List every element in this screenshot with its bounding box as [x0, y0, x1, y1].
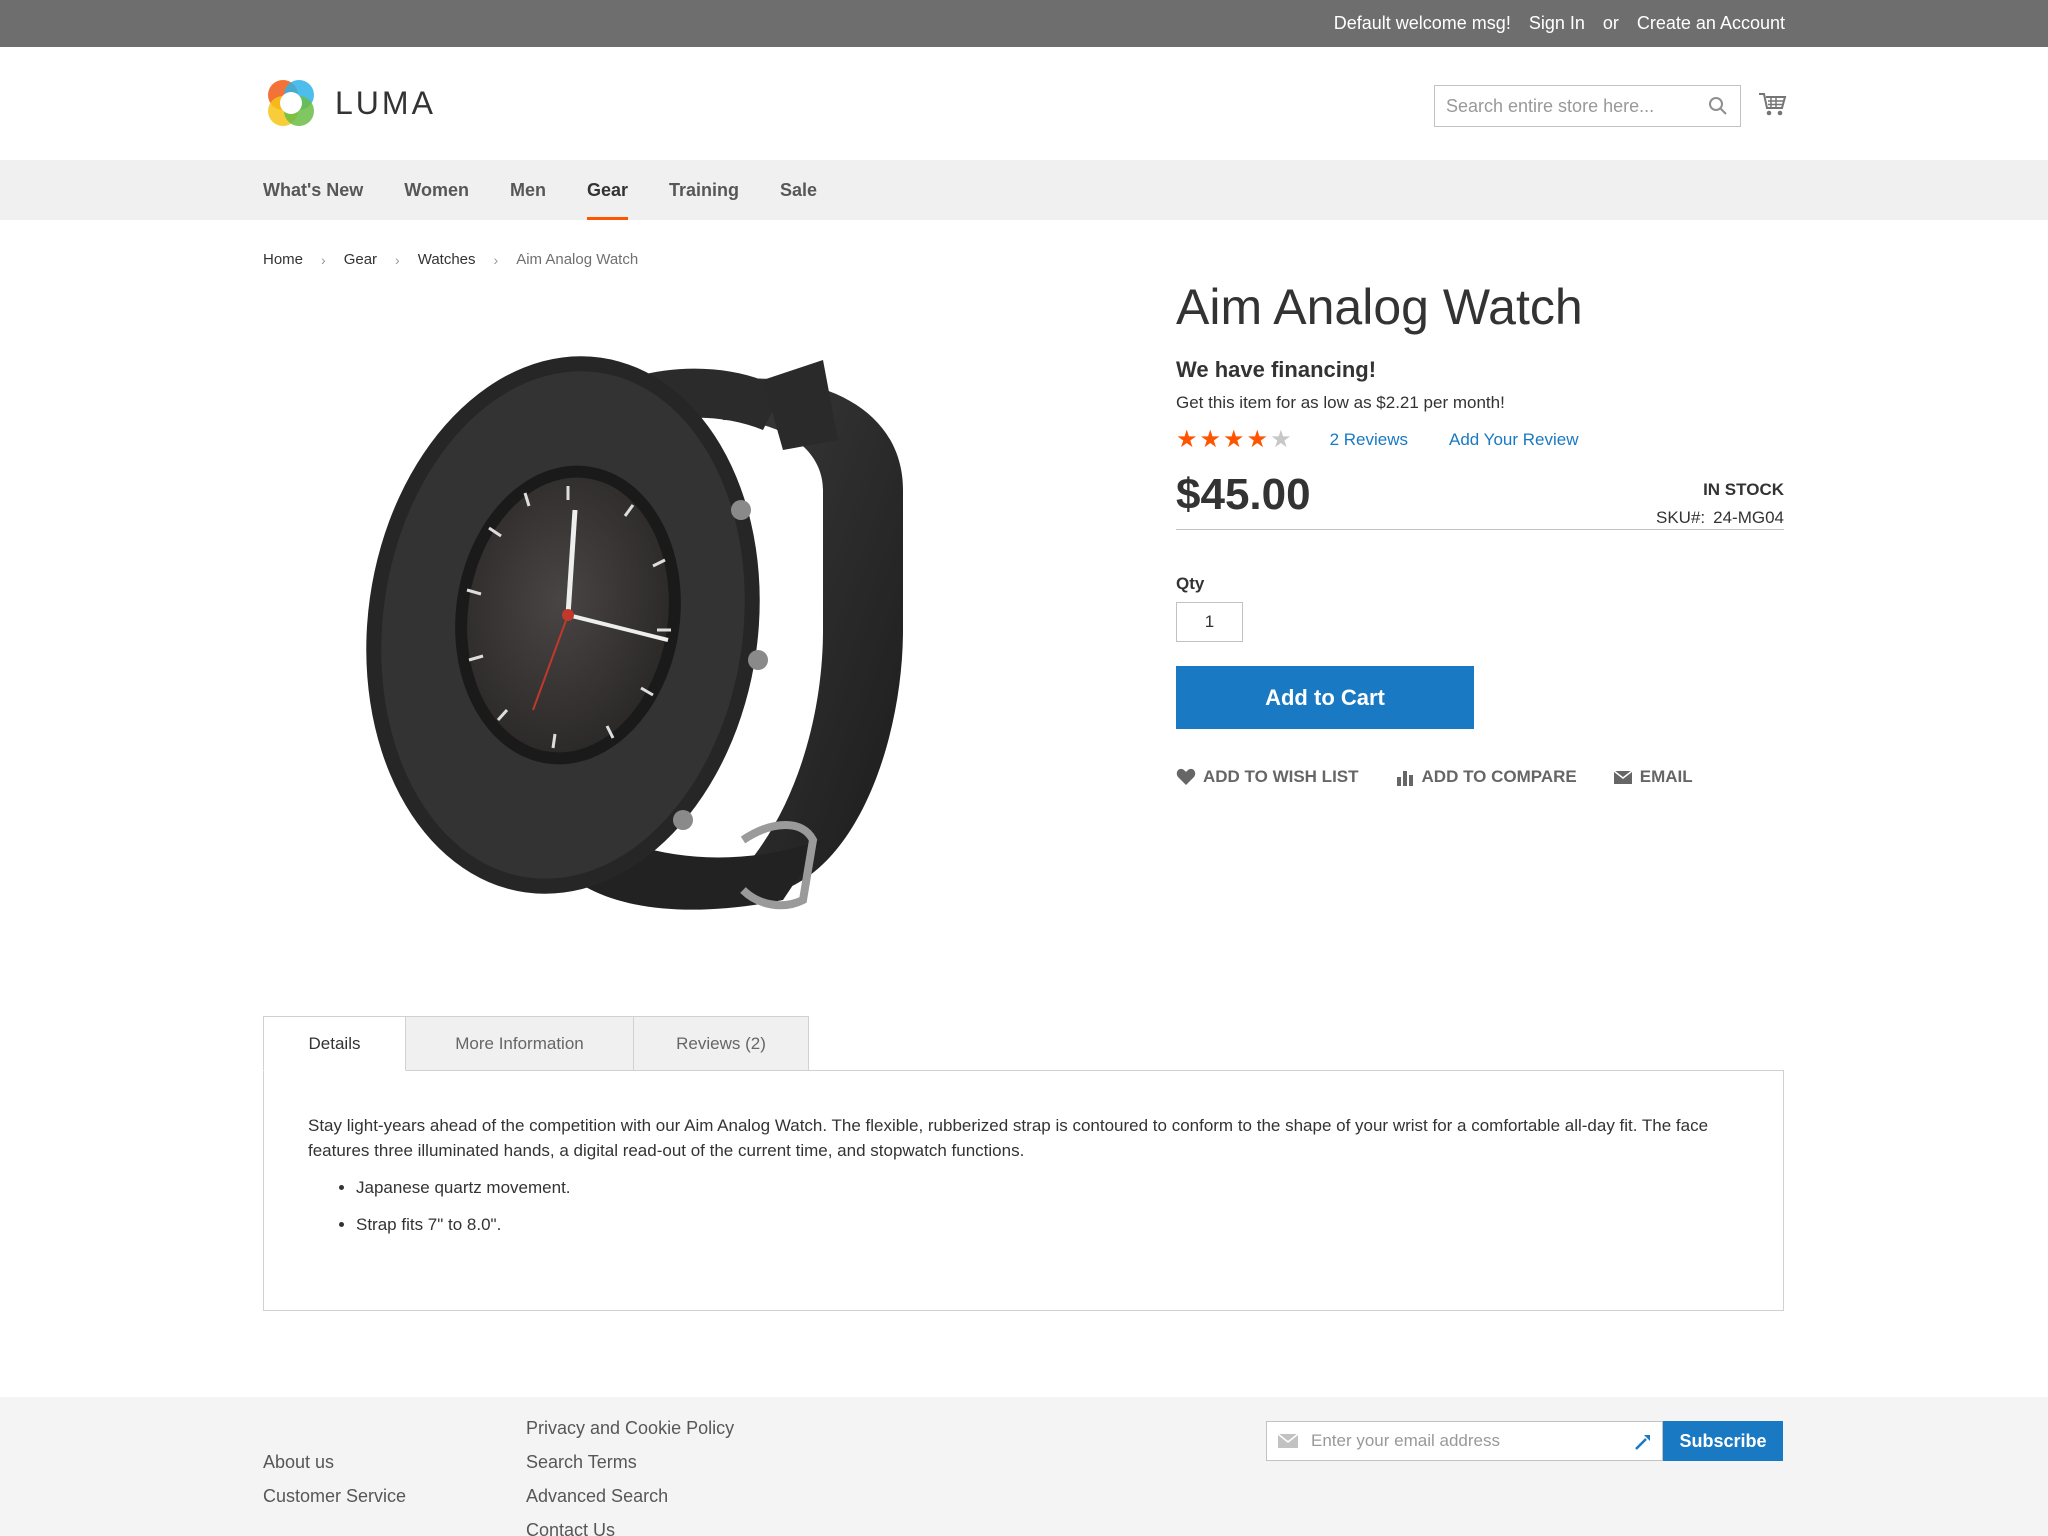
email-button[interactable]: EMAIL — [1613, 767, 1693, 787]
star-filled-icon: ★ — [1223, 426, 1245, 453]
search-box — [1434, 85, 1741, 127]
star-filled-icon: ★ — [1199, 426, 1222, 453]
product-price: $45.00 — [1176, 470, 1311, 519]
tab-reviews[interactable]: Reviews (2) — [633, 1016, 809, 1071]
qty-label: Qty — [1176, 574, 1205, 593]
footer-link-search-terms[interactable]: Search Terms — [526, 1445, 734, 1479]
star-filled-icon: ★ — [1246, 426, 1269, 453]
footer-link-privacy[interactable]: Privacy and Cookie Policy — [526, 1411, 734, 1445]
nav-item-men[interactable]: Men — [510, 160, 546, 220]
logo-text: LUMA — [335, 84, 436, 121]
watch-image — [366, 356, 903, 910]
stock-status: IN STOCK — [1703, 480, 1784, 499]
create-account-link[interactable]: Create an Account — [1637, 13, 1785, 34]
logo[interactable]: LUMA — [263, 75, 436, 131]
breadcrumb-current: Aim Analog Watch — [516, 251, 639, 268]
nav-item-sale[interactable]: Sale — [780, 160, 817, 220]
chevron-right-icon: › — [493, 251, 499, 268]
details-panel: Stay light-years ahead of the competitio… — [263, 1070, 1784, 1311]
envelope-icon — [1278, 1433, 1298, 1448]
nav-item-gear[interactable]: Gear — [586, 160, 629, 220]
subscribe-button[interactable]: Subscribe — [1663, 1421, 1783, 1461]
financing-text: Get this item for as low as $2.21 per mo… — [1176, 393, 1505, 412]
add-to-compare-button[interactable]: ADD TO COMPARE — [1395, 767, 1577, 787]
product-image[interactable] — [263, 300, 1143, 980]
tab-details[interactable]: Details — [263, 1016, 406, 1071]
breadcrumb-gear[interactable]: Gear — [344, 251, 377, 268]
breadcrumb-watches[interactable]: Watches — [418, 251, 476, 268]
chevron-right-icon: › — [321, 251, 326, 268]
reviews-link[interactable]: 2 Reviews — [1330, 430, 1408, 450]
newsletter-field — [1266, 1421, 1663, 1461]
product-description: Stay light-years ahead of the competitio… — [308, 1116, 1709, 1160]
wishlist-label: ADD TO WISH LIST — [1203, 767, 1359, 786]
product-tabs: Details More Information Reviews (2) — [263, 1016, 809, 1071]
product-sku: SKU#: 24-MG04 — [1656, 508, 1784, 528]
compare-icon — [1396, 771, 1413, 786]
sku-value: 24-MG04 — [1713, 508, 1784, 527]
feature-item: Strap fits 7" to 8.0". — [356, 1212, 1739, 1237]
top-bar: Default welcome msg! Sign In or Create a… — [0, 0, 2048, 47]
rating-stars: ★ ★ ★ ★ ★ — [1176, 428, 1292, 452]
qty-input[interactable] — [1176, 602, 1243, 642]
luma-logo-icon — [268, 80, 314, 126]
search-icon[interactable] — [1708, 96, 1728, 116]
nav-item-whats-new[interactable]: What's New — [263, 160, 363, 220]
envelope-icon — [1613, 770, 1633, 784]
footer-links-col1: About us Customer Service — [263, 1445, 406, 1513]
rating-summary: ★ ★ ★ ★ ★ 2 Reviews Add Your Review — [1176, 428, 1784, 452]
tab-more-information[interactable]: More Information — [405, 1016, 634, 1071]
product-title: Aim Analog Watch — [1176, 279, 1583, 335]
chevron-right-icon: › — [395, 251, 400, 268]
add-to-wishlist-button[interactable]: ADD TO WISH LIST — [1176, 767, 1359, 787]
newsletter-email-input[interactable] — [1267, 1422, 1597, 1460]
product-actions: ADD TO WISH LIST ADD TO COMPARE EMAIL — [1176, 767, 1784, 787]
breadcrumb-home[interactable]: Home — [263, 251, 303, 268]
sign-in-link[interactable]: Sign In — [1529, 13, 1585, 34]
footer-link-advanced-search[interactable]: Advanced Search — [526, 1479, 734, 1513]
add-to-cart-button[interactable]: Add to Cart — [1176, 666, 1474, 729]
search-input[interactable] — [1435, 86, 1685, 126]
header-links: Default welcome msg! Sign In or Create a… — [1334, 0, 1785, 47]
or-separator: or — [1602, 13, 1619, 33]
product-info: Aim Analog Watch We have financing! Get … — [1176, 280, 1784, 787]
feature-list: Japanese quartz movement. Strap fits 7" … — [356, 1175, 1739, 1237]
breadcrumb: Home › Gear › Watches › Aim Analog Watch — [263, 251, 638, 268]
compare-label: ADD TO COMPARE — [1421, 767, 1577, 786]
cart-icon[interactable] — [1757, 89, 1787, 119]
header: LUMA — [0, 47, 2048, 160]
add-review-link[interactable]: Add Your Review — [1449, 430, 1578, 450]
star-empty-icon: ★ — [1270, 426, 1292, 453]
heart-icon — [1176, 768, 1196, 785]
autofill-key-icon[interactable] — [1632, 1431, 1654, 1453]
footer-link-contact-us[interactable]: Contact Us — [526, 1513, 734, 1536]
financing-heading: We have financing! — [1176, 357, 1377, 382]
sku-label: SKU#: — [1655, 508, 1706, 527]
footer: About us Customer Service Privacy and Co… — [0, 1397, 2048, 1536]
email-label: EMAIL — [1639, 767, 1693, 786]
footer-link-about-us[interactable]: About us — [263, 1445, 406, 1479]
main-nav: What's New Women Men Gear Training Sale — [0, 160, 2048, 220]
welcome-message: Default welcome msg! — [1333, 13, 1511, 33]
footer-link-customer-service[interactable]: Customer Service — [263, 1479, 406, 1513]
nav-item-women[interactable]: Women — [404, 160, 469, 220]
nav-item-training[interactable]: Training — [669, 160, 739, 220]
footer-links-col2: Privacy and Cookie Policy Search Terms A… — [526, 1411, 734, 1536]
feature-item: Japanese quartz movement. — [356, 1175, 1739, 1200]
price-box: $45.00 IN STOCK SKU#: 24-MG04 — [1176, 470, 1784, 530]
star-filled-icon: ★ — [1176, 426, 1198, 453]
